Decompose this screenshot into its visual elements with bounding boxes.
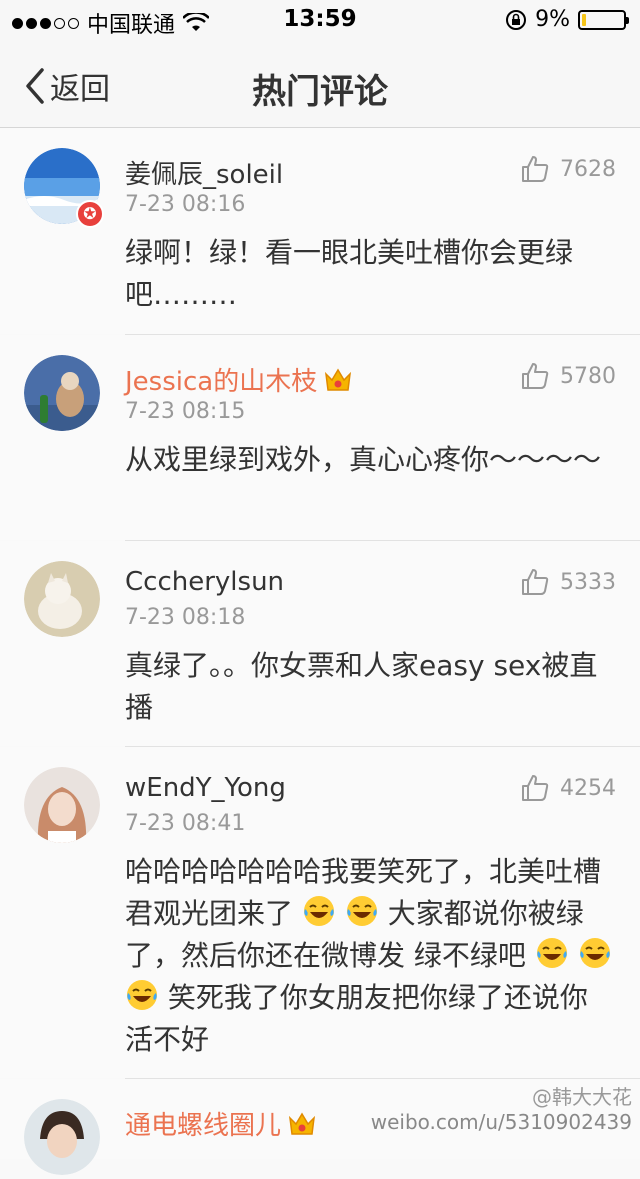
avatar[interactable] bbox=[24, 1099, 100, 1175]
like-count: 5780 bbox=[560, 364, 616, 389]
rotation-lock-icon bbox=[505, 9, 527, 31]
laughing-tears-emoji-icon bbox=[535, 936, 569, 970]
like-button[interactable]: 5333 bbox=[520, 567, 616, 597]
commenter-name-text[interactable]: 姜佩辰_soleil bbox=[125, 154, 283, 191]
watermark-user: @韩大大花 bbox=[532, 1081, 632, 1110]
like-count: 5333 bbox=[560, 570, 616, 595]
battery-icon bbox=[578, 10, 626, 30]
status-bar: 中国联通 13:59 9% bbox=[0, 0, 640, 40]
battery-percent: 9% bbox=[535, 7, 570, 32]
laughing-tears-emoji-icon bbox=[302, 894, 336, 928]
comment-time: 7-23 08:18 bbox=[125, 605, 245, 630]
vip-crown-icon bbox=[287, 1110, 317, 1138]
avatar[interactable] bbox=[24, 767, 100, 843]
verified-badge-icon: ✪ bbox=[76, 200, 104, 228]
page-title: 热门评论 bbox=[0, 64, 640, 113]
comment-item: Jessica的山木枝 7-23 08:15 5780 从戏里绿到戏外，真心心疼… bbox=[0, 335, 640, 540]
comment-time: 7-23 08:15 bbox=[125, 399, 245, 424]
commenter-name[interactable]: Cccherylsun bbox=[125, 567, 284, 597]
commenter-name-text[interactable]: wEndY_Yong bbox=[125, 773, 286, 803]
laughing-tears-emoji-icon bbox=[125, 978, 159, 1012]
commenter-name-text[interactable]: Cccherylsun bbox=[125, 567, 284, 597]
avatar[interactable]: ✪ bbox=[24, 148, 100, 224]
avatar-image bbox=[24, 561, 100, 637]
like-button[interactable]: 5780 bbox=[520, 361, 616, 391]
avatar-image bbox=[24, 767, 100, 843]
comment-time: 7-23 08:41 bbox=[125, 811, 245, 836]
commenter-name[interactable]: Jessica的山木枝 bbox=[125, 361, 353, 398]
thumbs-up-icon bbox=[520, 567, 550, 597]
battery-level-fill bbox=[582, 14, 586, 26]
watermark-site: weibo.com/u/5310902439 bbox=[371, 1110, 632, 1134]
comment-time: 7-23 08:16 bbox=[125, 192, 245, 217]
avatar[interactable] bbox=[24, 355, 100, 431]
comment-text-part: 笑死我了你女朋友把你绿了还说你活不好 bbox=[125, 981, 588, 1056]
thumbs-up-icon bbox=[520, 361, 550, 391]
comment-item: Cccherylsun 7-23 08:18 5333 真绿了。。你女票和人家e… bbox=[0, 541, 640, 746]
vip-crown-icon bbox=[323, 366, 353, 394]
like-button[interactable]: 4254 bbox=[520, 773, 616, 803]
comment-item: wEndY_Yong 7-23 08:41 4254 哈哈哈哈哈哈哈我要笑死了，… bbox=[0, 747, 640, 1078]
thumbs-up-icon bbox=[520, 773, 550, 803]
watermark: weibo.com/u/5310902439 bbox=[371, 1110, 632, 1134]
thumbs-up-icon bbox=[520, 154, 550, 184]
commenter-name[interactable]: 通电螺线圈儿 bbox=[125, 1105, 317, 1142]
like-button[interactable]: 7628 bbox=[520, 154, 616, 184]
laughing-tears-emoji-icon bbox=[345, 894, 379, 928]
like-count: 7628 bbox=[560, 157, 616, 182]
status-right: 9% bbox=[505, 7, 626, 32]
commenter-name[interactable]: wEndY_Yong bbox=[125, 773, 286, 803]
navigation-bar: 返回 热门评论 bbox=[0, 40, 640, 128]
like-count: 4254 bbox=[560, 776, 616, 801]
comment-item: ✪ 姜佩辰_soleil 7-23 08:16 7628 绿啊！绿！看一眼北美吐… bbox=[0, 128, 640, 334]
commenter-name-text[interactable]: 通电螺线圈儿 bbox=[125, 1105, 281, 1142]
avatar-image bbox=[24, 1099, 100, 1175]
avatar-image bbox=[24, 355, 100, 431]
comment-list: ✪ 姜佩辰_soleil 7-23 08:16 7628 绿啊！绿！看一眼北美吐… bbox=[0, 128, 640, 1159]
commenter-name-text[interactable]: Jessica的山木枝 bbox=[125, 361, 317, 398]
avatar[interactable] bbox=[24, 561, 100, 637]
commenter-name[interactable]: 姜佩辰_soleil bbox=[125, 154, 283, 191]
laughing-tears-emoji-icon bbox=[578, 936, 612, 970]
